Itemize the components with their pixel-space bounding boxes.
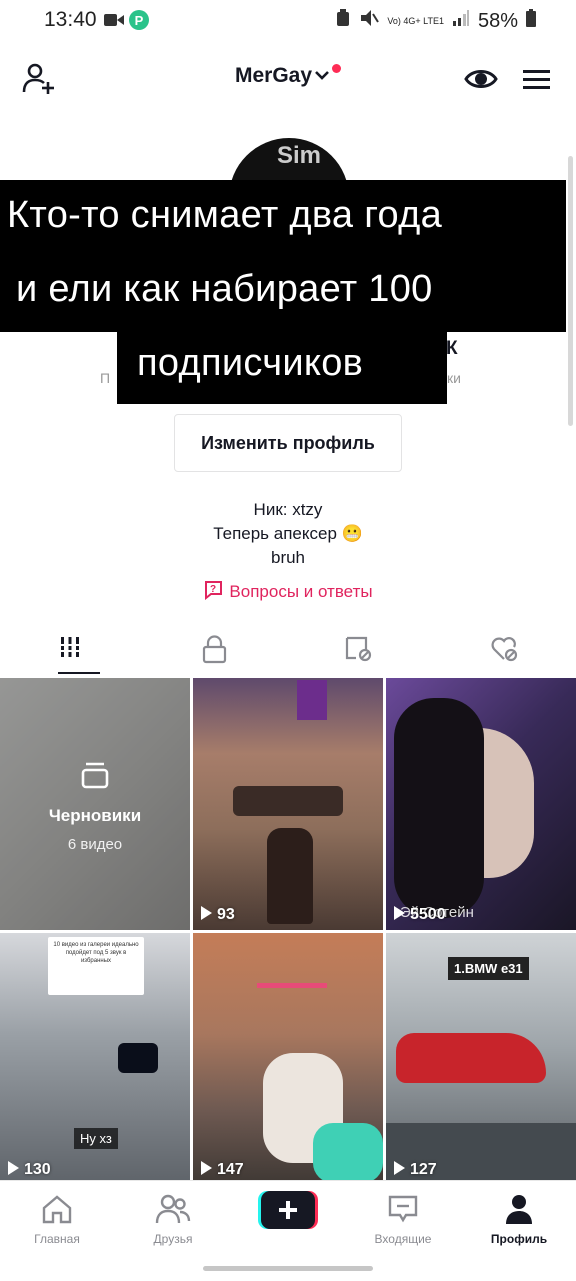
video-note-card: 10 видео из галереи идеально подойдет по…: [48, 937, 144, 995]
stat-label-partial-left: П: [100, 370, 111, 386]
create-button[interactable]: [258, 1191, 318, 1236]
nav-friends[interactable]: Друзья: [128, 1193, 218, 1246]
nav-profile-label: Профиль: [490, 1232, 548, 1246]
nav-inbox[interactable]: Входящие: [358, 1193, 448, 1246]
status-time: 13:40: [44, 8, 97, 31]
drafts-icon: [80, 760, 110, 795]
grid-icon: [58, 634, 98, 665]
video-overlay-text: 1.BMW e31: [448, 957, 529, 980]
chevron-down-icon: [312, 64, 330, 87]
menu-button[interactable]: [522, 68, 552, 97]
battery-percent: 58%: [477, 9, 518, 32]
caption-text-3: подписчиков: [137, 342, 364, 384]
tab-reposts[interactable]: [344, 634, 384, 668]
video-tile[interactable]: 10 видео из галереи идеально подойдет по…: [0, 933, 190, 1185]
video-thumbnail-detail: [297, 680, 327, 720]
qa-link[interactable]: ? Вопросы и ответы: [0, 580, 576, 602]
caption-text-1: Кто-то снимает два года: [7, 194, 443, 236]
home-indicator[interactable]: [203, 1266, 373, 1271]
play-icon: [201, 906, 212, 920]
eye-icon: [464, 66, 498, 97]
view-count: 127: [394, 1161, 437, 1179]
app-notification-icon: P: [128, 9, 150, 36]
plus-icon: [258, 1191, 318, 1229]
caption-text-2: и ели как набирает 100: [16, 268, 433, 310]
bio-line-2: Теперь апексер 😬: [213, 524, 363, 543]
caption-line-2: и ели как набирает 100: [0, 252, 566, 332]
scrollbar[interactable]: [568, 156, 573, 426]
drafts-count: 6 видео: [67, 836, 123, 853]
tab-videos[interactable]: [58, 634, 98, 668]
notification-dot: [332, 64, 342, 73]
video-thumbnail-detail: [257, 983, 327, 988]
signal-icon: [452, 9, 470, 33]
play-icon: [394, 1161, 405, 1175]
bio-line-1: Ник: xtzy: [253, 500, 323, 519]
hamburger-icon: [522, 68, 552, 97]
mute-icon: [359, 8, 380, 34]
play-icon: [201, 1161, 212, 1175]
view-count: 93: [201, 906, 235, 924]
video-thumbnail-detail: [267, 828, 313, 924]
lock-icon: [202, 634, 242, 669]
hidden-tag-icon: [344, 634, 384, 669]
video-thumbnail-detail: [313, 1123, 383, 1183]
avatar-text: Sim: [277, 142, 322, 169]
heart-hidden-icon: [490, 634, 530, 669]
video-thumbnail-detail: [118, 1043, 158, 1073]
nav-friends-label: Друзья: [153, 1232, 193, 1246]
tab-private[interactable]: [202, 634, 242, 668]
status-bar: 13:40 P Vo) 4G+ LTE1 58%: [0, 0, 576, 44]
play-icon: [8, 1161, 19, 1175]
video-tile[interactable]: 147: [193, 933, 383, 1185]
nav-home-label: Главная: [34, 1232, 80, 1246]
video-tile[interactable]: 93: [193, 678, 383, 930]
nav-home[interactable]: Главная: [12, 1193, 102, 1246]
video-overlay-text: Ну хз: [74, 1128, 118, 1149]
video-tile[interactable]: Эй Сотейн 5500: [386, 678, 576, 930]
username-label: MerGay: [234, 64, 313, 87]
video-thumbnail-detail: [396, 1033, 546, 1083]
profile-views-button[interactable]: [464, 66, 498, 97]
home-icon: [12, 1193, 102, 1228]
status-right: Vo) 4G+ LTE1 58%: [335, 8, 536, 34]
profile-icon: [474, 1193, 564, 1228]
video-thumbnail-detail: [394, 698, 484, 918]
drafts-dim-overlay: [0, 678, 190, 930]
view-count: 130: [8, 1161, 51, 1179]
stat-value-partial: К: [446, 338, 458, 359]
caption-line-3: подписчиков: [117, 332, 447, 404]
qa-label: Вопросы и ответы: [229, 582, 373, 601]
battery-icon: [526, 9, 536, 33]
video-thumbnail-detail: [233, 786, 343, 816]
alarm-icon: [335, 8, 351, 34]
active-tab-indicator: [58, 672, 100, 674]
caption-line-1: Кто-то снимает два года: [0, 180, 566, 252]
play-icon: [394, 906, 405, 920]
edit-profile-button[interactable]: Изменить профиль: [174, 414, 402, 472]
view-count: 147: [201, 1161, 244, 1179]
friends-icon: [128, 1193, 218, 1228]
drafts-tile[interactable]: Черновики 6 видео: [0, 678, 190, 930]
bio-line-3: bruh: [270, 548, 306, 567]
qa-icon: ?: [203, 581, 229, 601]
view-count: 5500: [394, 906, 446, 924]
tab-liked[interactable]: [490, 634, 530, 668]
nav-inbox-label: Входящие: [374, 1232, 432, 1246]
network-label: Vo) 4G+ LTE1: [387, 15, 444, 26]
camera-icon: [104, 12, 124, 33]
nav-profile[interactable]: Профиль: [474, 1193, 564, 1246]
drafts-label: Черновики: [48, 806, 142, 825]
inbox-icon: [358, 1193, 448, 1228]
svg-text:P: P: [135, 13, 144, 28]
video-tile[interactable]: 1.BMW e31 127: [386, 933, 576, 1185]
stat-label-partial-right: ки: [447, 370, 461, 386]
svg-text:?: ?: [210, 584, 216, 595]
